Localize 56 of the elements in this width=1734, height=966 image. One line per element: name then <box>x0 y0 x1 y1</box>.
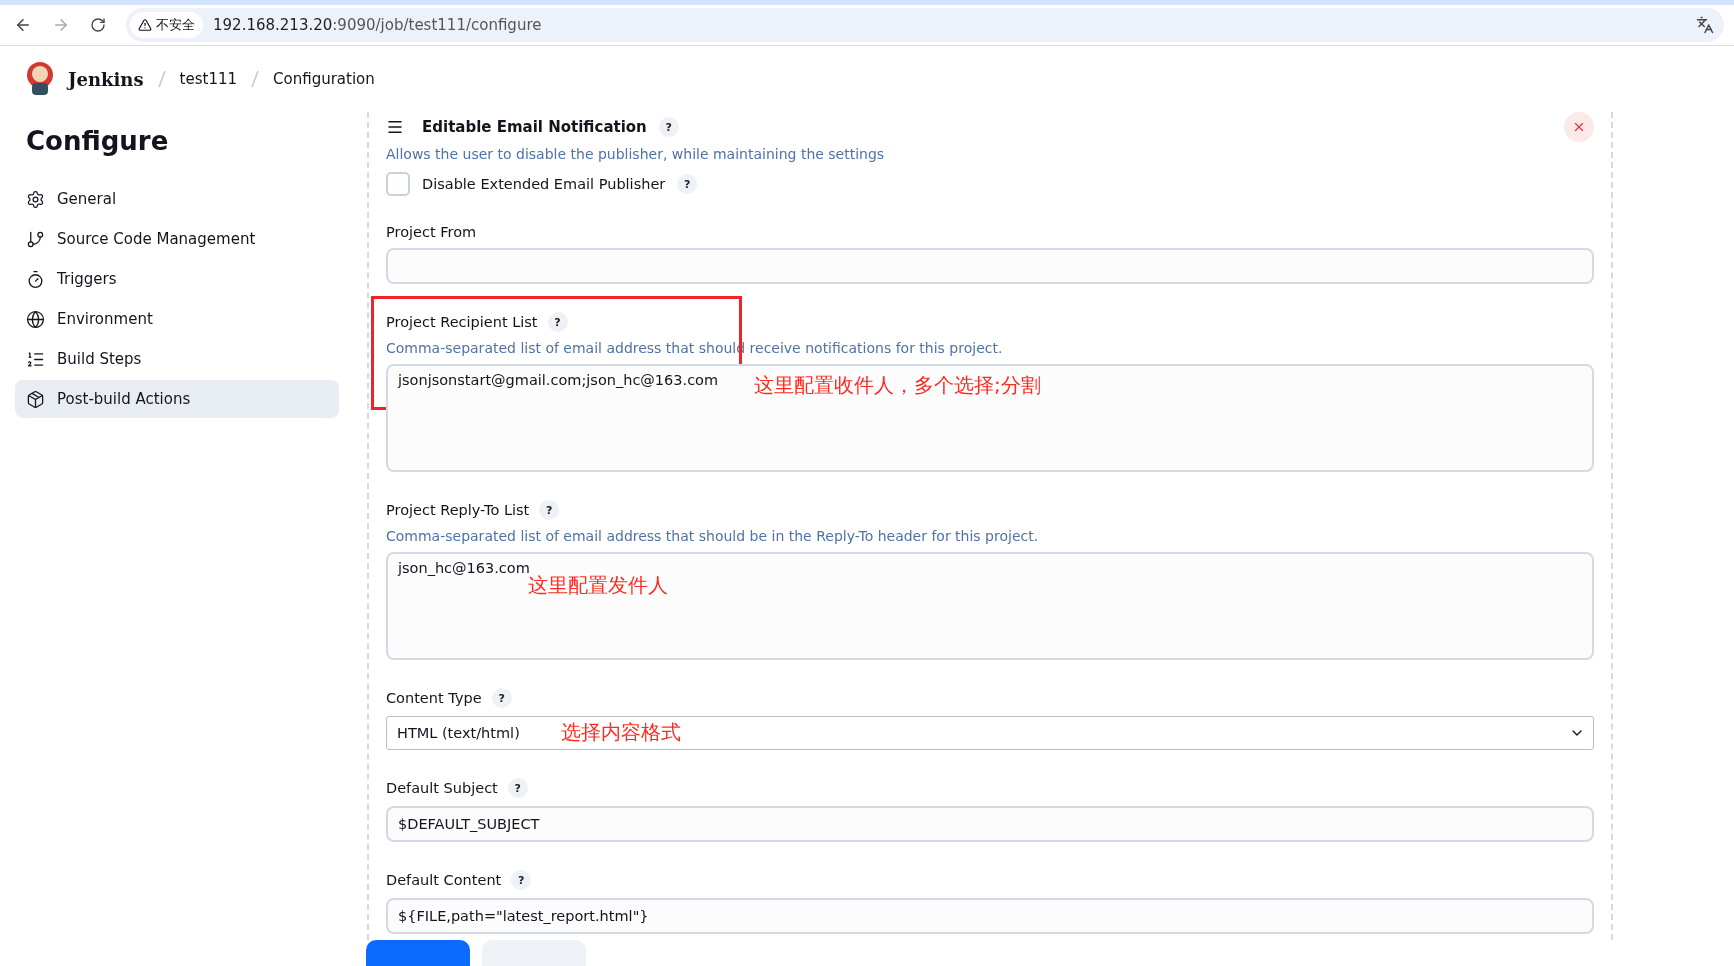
help-icon[interactable]: ? <box>491 688 512 708</box>
back-icon[interactable] <box>14 16 32 34</box>
timer-icon <box>26 269 45 289</box>
sidebar-item[interactable]: Source Code Management <box>15 220 339 258</box>
field-label: Default Subject <box>386 780 498 796</box>
field-label: Default Content <box>386 872 502 888</box>
help-icon[interactable]: ? <box>507 778 528 798</box>
primary-button[interactable] <box>366 940 470 966</box>
drag-handle-icon[interactable] <box>386 118 404 136</box>
checkbox[interactable] <box>386 172 410 196</box>
sidebar-item[interactable]: Post-build Actions <box>15 380 339 418</box>
annotation-text: 选择内容格式 <box>561 719 681 746</box>
breadcrumb[interactable]: test111 <box>179 70 238 88</box>
sidebar-item[interactable]: Triggers <box>15 260 339 298</box>
help-icon[interactable]: ? <box>511 870 532 890</box>
help-icon[interactable]: ? <box>547 312 568 332</box>
annotation-text: 这里配置收件人，多个选择;分割 <box>754 372 1041 399</box>
text-field[interactable]: $DEFAULT_SUBJECT <box>386 806 1594 842</box>
separator-icon <box>157 70 166 88</box>
text-field[interactable]: ${FILE,path="latest_report.html"} <box>386 898 1594 934</box>
field-label: Content Type <box>386 690 482 706</box>
section-title: Editable Email Notification <box>422 118 647 136</box>
field-label: Project From <box>386 224 477 240</box>
field-label: Project Reply-To List <box>386 502 530 518</box>
select-field[interactable]: HTML (text/html) 选择内容格式 <box>386 716 1594 750</box>
reload-icon[interactable] <box>90 17 106 33</box>
help-icon[interactable]: ? <box>539 500 560 520</box>
section-description: Allows the user to disable the publisher, while maintaining the settings <box>386 146 886 162</box>
field-label: Project Recipient List <box>386 314 538 330</box>
translate-icon[interactable] <box>1696 16 1714 34</box>
close-icon <box>1572 120 1586 134</box>
text-area[interactable]: json_hc@163.com 这里配置发件人 <box>386 552 1594 660</box>
globe-icon <box>26 309 45 329</box>
text-area[interactable]: jsonjsonstart@gmail.com;json_hc@163.com 这里配置收件人，多个选择;分割 <box>386 364 1594 472</box>
security-chip[interactable]: 不安全 <box>130 12 203 38</box>
annotation-text: 这里配置发件人 <box>528 573 668 599</box>
sidebar-item[interactable]: Environment <box>15 300 339 338</box>
warning-icon <box>138 18 152 32</box>
package-icon <box>26 389 45 409</box>
branch-icon <box>26 229 45 249</box>
text-field[interactable] <box>386 248 1594 284</box>
sidebar-item[interactable]: Build Steps <box>15 340 339 378</box>
sidebar-title: Configure <box>26 126 170 156</box>
forward-icon[interactable] <box>52 16 70 34</box>
logo-icon <box>26 61 54 97</box>
sidebar-item[interactable]: General <box>15 180 339 218</box>
breadcrumb[interactable]: Configuration <box>273 70 375 88</box>
checkbox-label: Disable Extended Email Publisher <box>422 176 666 192</box>
field-description: Comma-separated list of email address that should be in the Reply-To header for this project. <box>386 528 1040 544</box>
separator-icon <box>251 70 260 88</box>
gear-icon <box>26 189 45 209</box>
help-icon[interactable]: ? <box>658 117 679 137</box>
address-text[interactable]: 192.168.213.20:9090/job/test111/configure <box>213 16 1686 34</box>
help-icon[interactable]: ? <box>677 174 698 194</box>
close-button[interactable] <box>1564 112 1594 142</box>
logo-text[interactable]: Jenkins <box>68 68 144 90</box>
